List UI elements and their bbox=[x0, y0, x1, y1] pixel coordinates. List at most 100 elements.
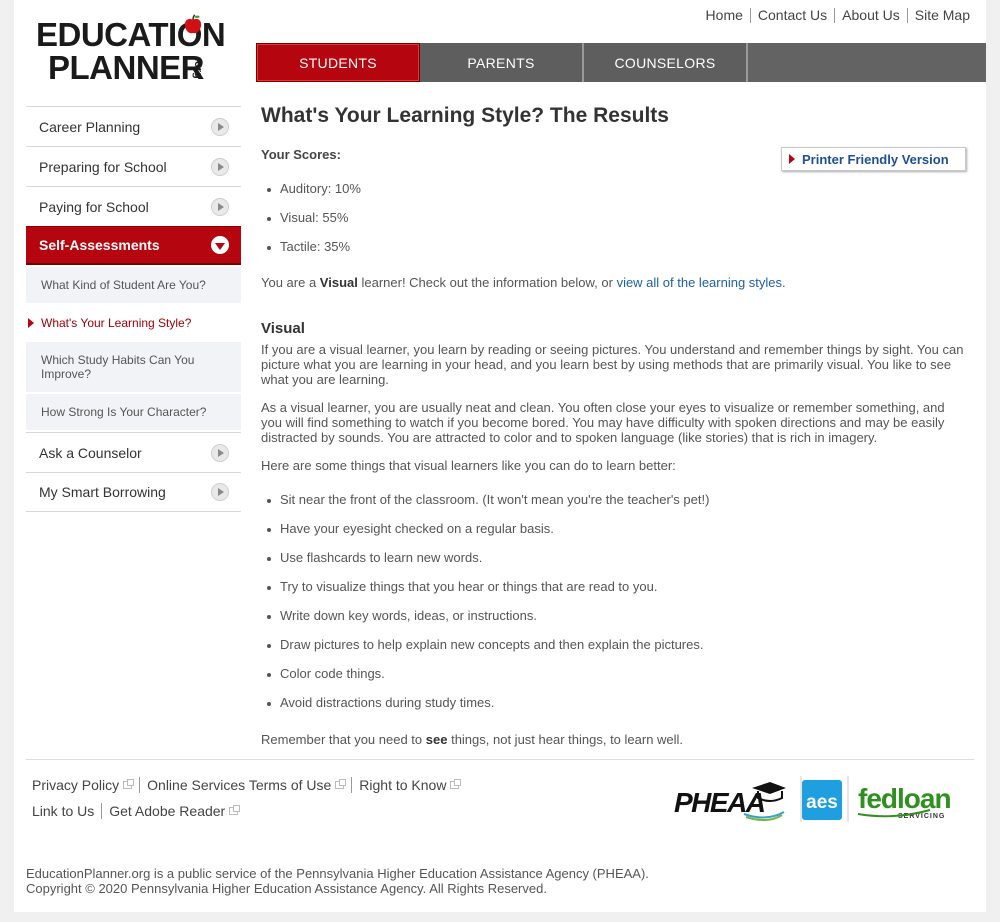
learner-type: Visual bbox=[319, 275, 358, 290]
sidebar-item-smart-borrowing[interactable]: My Smart Borrowing bbox=[26, 472, 241, 512]
pheaa-logo[interactable]: PHEAA bbox=[674, 782, 786, 821]
logo-line2: PLANNER bbox=[48, 49, 205, 86]
sidebar-item-career-planning[interactable]: Career Planning bbox=[26, 106, 241, 146]
view-all-styles-link[interactable]: view all of the learning styles bbox=[617, 275, 782, 290]
sidebar-item-self-assessments[interactable]: Self-Assessments bbox=[26, 226, 241, 265]
footer-link-label: Privacy Policy bbox=[32, 777, 120, 793]
subitem-label: What Kind of Student Are You? bbox=[41, 278, 206, 292]
logo-suffix: .org bbox=[192, 58, 204, 79]
subitem-label: Which Study Habits Can You Improve? bbox=[41, 353, 195, 381]
external-link-icon bbox=[229, 805, 241, 815]
remember-pre: Remember that you need to bbox=[261, 732, 426, 747]
sidebar-item-ask-counselor[interactable]: Ask a Counselor bbox=[26, 432, 241, 472]
page: EDUCATION PLANNER .org Home Contact Us A… bbox=[14, 0, 986, 912]
external-link-icon bbox=[123, 779, 135, 789]
tip-item: Have your eyesight checked on a regular … bbox=[261, 522, 709, 551]
scores-label: Your Scores: bbox=[261, 147, 341, 162]
sidebar: Career Planning Preparing for School Pay… bbox=[26, 106, 241, 512]
apple-icon bbox=[184, 14, 202, 34]
subitem-learning-style[interactable]: What's Your Learning Style? bbox=[26, 305, 241, 340]
arrow-right-icon bbox=[211, 483, 229, 501]
footer-link-terms[interactable]: Online Services Terms of Use bbox=[139, 777, 351, 793]
score-item: Visual: 55% bbox=[261, 211, 361, 240]
learner-result: You are a Visual learner! Check out the … bbox=[261, 275, 786, 290]
page-title: What's Your Learning Style? The Results bbox=[261, 104, 669, 127]
paragraph-traits: As a visual learner, you are usually nea… bbox=[261, 400, 945, 445]
tip-item: Sit near the front of the classroom. (It… bbox=[261, 493, 709, 522]
tip-item: Avoid distractions during study times. bbox=[261, 696, 709, 725]
footer-public-service: EducationPlanner.org is a public service… bbox=[26, 866, 649, 881]
tab-counselors[interactable]: COUNSELORS bbox=[584, 43, 748, 82]
printer-friendly-label: Printer Friendly Version bbox=[802, 151, 949, 167]
toplink-home[interactable]: Home bbox=[699, 8, 750, 23]
footer-link-link-to-us[interactable]: Link to Us bbox=[32, 803, 101, 819]
aes-logo-text: aes bbox=[806, 792, 838, 813]
score-list: Auditory: 10% Visual: 55% Tactile: 35% bbox=[261, 182, 361, 269]
aes-logo[interactable]: aes bbox=[802, 780, 842, 820]
partner-logos: PHEAA aes fedloan SERVICING bbox=[674, 774, 974, 824]
paragraph-tips-intro: Here are some things that visual learner… bbox=[261, 458, 676, 473]
sidebar-item-label: Preparing for School bbox=[39, 158, 167, 175]
remember-post: things, not just hear things, to learn w… bbox=[447, 732, 684, 747]
footer-link-label: Link to Us bbox=[32, 803, 95, 819]
learner-pre: You are a bbox=[261, 275, 320, 290]
tip-item: Color code things. bbox=[261, 667, 709, 696]
arrow-down-icon bbox=[211, 236, 229, 254]
sidebar-item-preparing[interactable]: Preparing for School bbox=[26, 146, 241, 186]
subitem-label: How Strong Is Your Character? bbox=[41, 405, 207, 419]
paragraph-intro: If you are a visual learner, you learn b… bbox=[261, 342, 964, 387]
sidebar-item-paying[interactable]: Paying for School bbox=[26, 186, 241, 226]
sidebar-item-label: My Smart Borrowing bbox=[39, 484, 166, 500]
tip-item: Use flashcards to learn new words. bbox=[261, 551, 709, 580]
main-content: What's Your Learning Style? The Results … bbox=[261, 100, 971, 747]
footer-link-label: Online Services Terms of Use bbox=[147, 777, 332, 793]
section-title: Visual bbox=[261, 320, 305, 337]
tips-list: Sit near the front of the classroom. (It… bbox=[261, 493, 709, 725]
subitem-character[interactable]: How Strong Is Your Character? bbox=[26, 394, 241, 430]
partner-logos-graphic: PHEAA aes fedloan SERVICING bbox=[674, 776, 952, 822]
tip-item: Write down key words, ideas, or instruct… bbox=[261, 609, 709, 638]
footer-link-right-to-know[interactable]: Right to Know bbox=[351, 777, 466, 793]
fedloan-logo-text: fedloan bbox=[858, 783, 951, 814]
subitem-student-kind[interactable]: What Kind of Student Are You? bbox=[26, 267, 241, 303]
footer-links-row1: Privacy Policy Online Services Terms of … bbox=[32, 777, 466, 793]
sidebar-item-label: Ask a Counselor bbox=[39, 444, 142, 461]
toplink-contact[interactable]: Contact Us bbox=[749, 8, 834, 23]
learner-post: . bbox=[782, 275, 786, 290]
tab-parents[interactable]: PARENTS bbox=[420, 43, 584, 82]
footer-link-label: Get Adobe Reader bbox=[109, 803, 226, 819]
toplink-about[interactable]: About Us bbox=[834, 8, 907, 23]
sidebar-item-label: Career Planning bbox=[39, 118, 141, 135]
top-utility-links: Home Contact Us About Us Site Map bbox=[699, 8, 970, 23]
arrow-right-icon bbox=[211, 443, 229, 462]
triangle-right-icon bbox=[789, 154, 795, 164]
learner-mid: learner! Check out the information below… bbox=[357, 275, 617, 290]
footer-divider bbox=[26, 759, 974, 760]
arrow-right-icon bbox=[211, 117, 229, 136]
subitem-study-habits[interactable]: Which Study Habits Can You Improve? bbox=[26, 342, 241, 392]
footer-link-privacy[interactable]: Privacy Policy bbox=[32, 777, 139, 793]
fedloan-logo[interactable]: fedloan SERVICING bbox=[857, 783, 952, 820]
footer-link-label: Right to Know bbox=[359, 777, 447, 793]
toplink-sitemap[interactable]: Site Map bbox=[906, 8, 970, 23]
sidebar-item-label: Self-Assessments bbox=[39, 237, 160, 253]
external-link-icon bbox=[335, 779, 347, 789]
remember-note: Remember that you need to see things, no… bbox=[261, 732, 683, 747]
score-item: Tactile: 35% bbox=[261, 240, 361, 269]
tab-students[interactable]: STUDENTS bbox=[256, 43, 420, 82]
score-item: Auditory: 10% bbox=[261, 182, 361, 211]
site-logo[interactable]: EDUCATION PLANNER .org bbox=[36, 14, 236, 84]
printer-friendly-button[interactable]: Printer Friendly Version bbox=[781, 147, 966, 171]
tip-item: Draw pictures to help explain new concep… bbox=[261, 638, 709, 667]
sidebar-item-label: Paying for School bbox=[39, 198, 149, 215]
footer-links-row2: Link to Us Get Adobe Reader bbox=[32, 803, 245, 819]
arrow-right-icon bbox=[211, 157, 229, 176]
pheaa-logo-text: PHEAA bbox=[674, 787, 765, 818]
footer-copyright-line: Copyright © 2020 Pennsylvania Higher Edu… bbox=[26, 881, 547, 896]
tip-item: Try to visualize things that you hear or… bbox=[261, 580, 709, 609]
footer-copyright: EducationPlanner.org is a public service… bbox=[26, 866, 649, 896]
remember-bold: see bbox=[425, 732, 448, 747]
main-nav: STUDENTS PARENTS COUNSELORS bbox=[256, 43, 986, 82]
arrow-right-icon bbox=[211, 197, 229, 216]
footer-link-adobe[interactable]: Get Adobe Reader bbox=[101, 803, 245, 819]
